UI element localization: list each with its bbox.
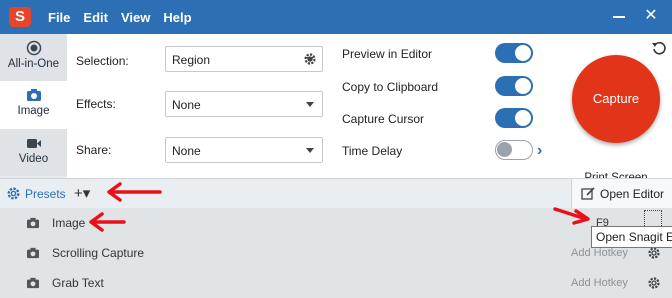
presets-label[interactable]: Presets [25,187,66,201]
time-delay-toggle[interactable] [495,140,533,160]
tooltip: Open Snagit Editor [591,226,672,248]
effects-dropdown[interactable]: None [165,91,323,117]
chevron-down-icon [306,148,314,153]
capture-settings-panel: Selection: Region Effects: None Share: N… [67,34,672,184]
tab-all-in-one[interactable]: All-in-One [0,34,67,81]
snagit-logo-icon: S [9,7,31,27]
selection-dropdown[interactable]: Region [165,46,323,72]
capture-cursor-label: Capture Cursor [342,112,425,126]
copy-to-clipboard-toggle[interactable] [495,76,533,96]
preview-in-editor-toggle[interactable] [495,43,533,63]
capture-cursor-toggle[interactable] [495,108,533,128]
tab-image[interactable]: Image [0,81,67,129]
preset-name: Grab Text [52,276,104,290]
effects-value: None [172,98,201,112]
title-bar: S File Edit View Help ✕ [0,0,672,34]
capture-mode-tabs: All-in-One Image Video [0,34,67,178]
menu-edit[interactable]: Edit [83,10,108,25]
preset-name: Scrolling Capture [52,246,145,260]
menu-file[interactable]: File [48,10,70,25]
selection-label: Selection: [76,54,129,68]
preset-row-grab-text[interactable]: Grab Text Add Hotkey [0,268,672,298]
preset-gear-icon[interactable] [647,246,661,260]
preset-name: Image [52,216,86,230]
add-hotkey-link[interactable]: Add Hotkey [571,247,628,259]
tab-image-label: Image [17,105,50,117]
menu-view[interactable]: View [121,10,150,25]
add-hotkey-link[interactable]: Add Hotkey [571,277,628,289]
camera-icon [27,277,39,289]
tab-video-label: Video [18,153,49,165]
camera-icon [26,89,41,101]
copy-to-clipboard-label: Copy to Clipboard [342,80,439,94]
chevron-down-icon [306,102,314,107]
annotation-arrow-icon [107,182,162,202]
edit-icon [581,187,595,200]
menu-help[interactable]: Help [163,10,191,25]
share-label: Share: [76,143,112,157]
close-button[interactable]: ✕ [643,8,659,24]
menu-bar: File Edit View Help [48,0,205,34]
minimize-button[interactable] [612,8,628,24]
selection-gear-icon[interactable] [303,52,317,66]
chevron-right-icon[interactable]: › [537,142,542,160]
time-delay-label: Time Delay [342,144,403,158]
open-editor-label: Open Editor [600,187,665,201]
capture-button[interactable]: Capture [572,55,660,143]
share-value: None [172,144,201,158]
share-dropdown[interactable]: None [165,137,323,163]
tab-all-in-one-label: All-in-One [7,58,60,70]
target-icon [26,40,41,56]
tab-video[interactable]: Video [0,129,67,176]
camera-icon [27,217,39,229]
add-preset-button[interactable]: +▾ [74,184,90,202]
camera-icon [27,247,39,259]
reset-icon[interactable] [651,40,667,56]
preset-gear-icon[interactable] [647,276,661,290]
preset-row-scrolling-capture[interactable]: Scrolling Capture Add Hotkey [0,238,672,268]
effects-label: Effects: [76,97,116,111]
video-camera-icon [26,139,41,148]
selection-value: Region [172,53,211,67]
presets-gear-icon[interactable] [6,186,21,201]
annotation-arrow-icon [553,207,590,225]
annotation-arrow-icon [89,212,126,232]
preview-in-editor-label: Preview in Editor [342,47,433,61]
